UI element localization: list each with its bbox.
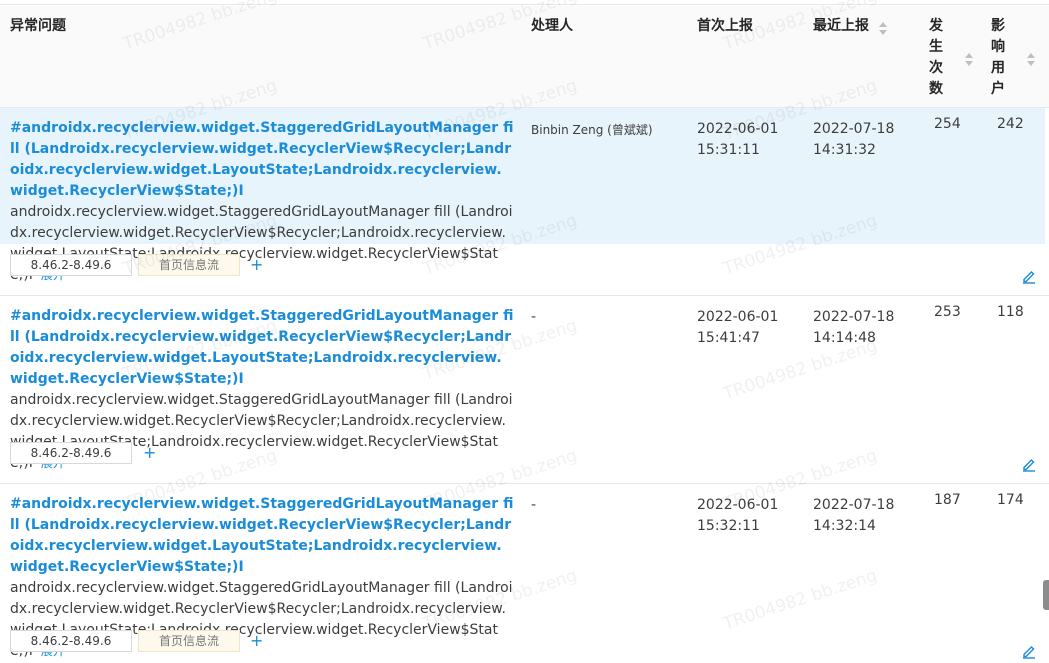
- table-top-divider: [0, 4, 1049, 5]
- page-tag: 首页信息流: [138, 630, 240, 652]
- last-report-time: 14:32:14: [813, 518, 876, 534]
- table-row: #androidx.recyclerview.widget.StaggeredG…: [0, 484, 1049, 660]
- column-header-last-report[interactable]: 最近上报: [813, 16, 869, 37]
- affected-user-count: 242: [997, 116, 1024, 132]
- handler-value: Binbin Zeng (曾斌斌): [531, 123, 653, 137]
- header-char: 发: [929, 18, 943, 34]
- occurrence-count: 253: [934, 304, 961, 320]
- occurrence-count: 187: [934, 492, 961, 508]
- edit-icon[interactable]: [1021, 268, 1037, 284]
- add-tag-button[interactable]: +: [250, 633, 263, 649]
- header-char: 户: [991, 81, 1005, 97]
- header-char: 影: [991, 18, 1005, 34]
- version-tag: 8.46.2-8.49.6: [10, 630, 132, 652]
- column-header-handler: 处理人: [531, 18, 573, 34]
- edit-icon[interactable]: [1021, 643, 1037, 659]
- header-char: 生: [929, 39, 943, 55]
- column-header-issue: 异常问题: [10, 18, 66, 34]
- issue-title-link[interactable]: #androidx.recyclerview.widget.StaggeredG…: [10, 306, 514, 390]
- affected-user-count: 174: [997, 492, 1024, 508]
- issue-title-link[interactable]: #androidx.recyclerview.widget.StaggeredG…: [10, 118, 514, 202]
- first-report-date: 2022-06-01: [697, 121, 779, 137]
- sort-affected-users-icon[interactable]: [1027, 53, 1035, 67]
- affected-user-count: 118: [997, 304, 1024, 320]
- last-report-date: 2022-07-18: [813, 121, 895, 137]
- first-report-time: 15:31:11: [697, 142, 760, 158]
- last-report-date: 2022-07-18: [813, 497, 895, 513]
- header-char: 响: [991, 39, 1005, 55]
- edit-icon[interactable]: [1021, 456, 1037, 472]
- version-tag: 8.46.2-8.49.6: [10, 254, 132, 276]
- first-report-date: 2022-06-01: [697, 309, 779, 325]
- first-report-date: 2022-06-01: [697, 497, 779, 513]
- header-char: 用: [991, 60, 1005, 76]
- handler-value: -: [531, 497, 537, 513]
- add-tag-button[interactable]: +: [143, 445, 156, 461]
- first-report-time: 15:41:47: [697, 330, 760, 346]
- page-tag: 首页信息流: [138, 254, 240, 276]
- table-header: 异常问题 处理人 首次上报 最近上报 发 生 次 数 影 响 用 户: [0, 6, 1049, 108]
- last-report-time: 14:31:32: [813, 142, 876, 158]
- last-report-time: 14:14:48: [813, 330, 876, 346]
- first-report-time: 15:32:11: [697, 518, 760, 534]
- handler-value: -: [531, 309, 537, 325]
- issue-title-link[interactable]: #androidx.recyclerview.widget.StaggeredG…: [10, 494, 514, 578]
- last-report-date: 2022-07-18: [813, 309, 895, 325]
- add-tag-button[interactable]: +: [250, 257, 263, 273]
- column-header-affected-users[interactable]: 影 响 用 户: [991, 16, 1007, 100]
- sort-occurrences-icon[interactable]: [965, 53, 973, 67]
- occurrence-count: 254: [934, 116, 961, 132]
- scrollbar-thumb[interactable]: [1043, 580, 1049, 610]
- column-header-occurrences[interactable]: 发 生 次 数: [929, 16, 945, 100]
- table-row: #androidx.recyclerview.widget.StaggeredG…: [0, 296, 1049, 484]
- column-header-first-report[interactable]: 首次上报: [697, 16, 753, 37]
- version-tag: 8.46.2-8.49.6: [10, 442, 132, 464]
- sort-last-report-icon[interactable]: [879, 22, 887, 36]
- table-row: #androidx.recyclerview.widget.StaggeredG…: [0, 108, 1049, 296]
- header-char: 数: [929, 81, 943, 97]
- header-char: 次: [929, 60, 943, 76]
